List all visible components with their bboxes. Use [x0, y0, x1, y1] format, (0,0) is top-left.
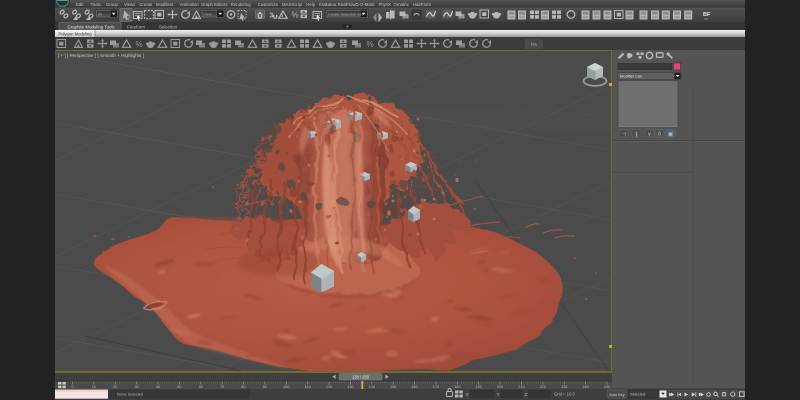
svg-text:200: 200 [497, 385, 503, 389]
svg-text:110: 110 [305, 385, 311, 389]
svg-text:Animation: Animation [180, 2, 200, 7]
svg-text:Y:: Y: [497, 392, 501, 397]
svg-text:Polygon Modeling: Polygon Modeling [58, 32, 92, 37]
svg-text:Group: Group [106, 2, 119, 7]
svg-text:3.6: 3.6 [704, 17, 708, 21]
svg-text:80: 80 [241, 385, 245, 389]
svg-text:ô: ô [658, 131, 661, 137]
svg-text:Q: Q [126, 15, 130, 21]
svg-text:Auto Key: Auto Key [609, 393, 625, 397]
svg-text:Z:: Z: [525, 392, 529, 397]
svg-text:MAXScript: MAXScript [282, 2, 303, 7]
svg-text:Modifier List: Modifier List [620, 74, 642, 79]
svg-text:HairFarm: HairFarm [413, 2, 431, 7]
svg-text:Freeform: Freeform [127, 24, 145, 29]
svg-text:100: 100 [283, 385, 289, 389]
svg-text:Customize: Customize [258, 2, 279, 7]
svg-text:Modifiers: Modifiers [156, 2, 173, 7]
svg-text:Edit: Edit [76, 2, 84, 7]
svg-text:180: 180 [454, 385, 460, 389]
svg-text:RealFlow: RealFlow [338, 2, 357, 7]
svg-text:130: 130 [347, 385, 353, 389]
svg-text:[ + ] [ Perspective ] [ Smooth: [ + ] [ Perspective ] [ Smooth + Highlig… [58, 53, 144, 58]
svg-text:10: 10 [92, 385, 96, 389]
svg-text:230: 230 [561, 385, 567, 389]
svg-text:240: 240 [582, 385, 588, 389]
svg-text:138 / 250: 138 / 250 [352, 375, 370, 380]
svg-text:Ornatrix: Ornatrix [394, 2, 410, 7]
svg-text:40: 40 [156, 385, 160, 389]
svg-text:Rendering: Rendering [231, 2, 251, 7]
svg-text:Graphite Modeling Tools: Graphite Modeling Tools [67, 24, 115, 29]
svg-text:Krakatoa: Krakatoa [319, 2, 337, 7]
svg-text:60: 60 [199, 385, 203, 389]
svg-text:PA: PA [531, 42, 537, 47]
svg-text:View: View [204, 12, 212, 16]
svg-text:D-O-Matic: D-O-Matic [356, 2, 376, 7]
svg-text:∨: ∨ [648, 131, 652, 137]
svg-text:Tools: Tools [91, 2, 101, 7]
svg-text:Create Selection Set: Create Selection Set [328, 12, 364, 16]
svg-text:Views: Views [124, 2, 135, 7]
svg-text:170: 170 [433, 385, 439, 389]
svg-text:20: 20 [113, 385, 117, 389]
svg-text:50: 50 [177, 385, 181, 389]
svg-text:190: 190 [476, 385, 482, 389]
svg-text:⊣: ⊣ [621, 131, 625, 137]
svg-text:30: 30 [135, 385, 139, 389]
svg-text:140: 140 [369, 385, 375, 389]
svg-text:150: 150 [390, 385, 396, 389]
svg-text:120: 120 [326, 385, 332, 389]
svg-text:160: 160 [411, 385, 417, 389]
svg-text:3: 3 [270, 13, 274, 20]
svg-text:%: % [367, 40, 374, 49]
svg-text:Create: Create [139, 2, 153, 7]
svg-text:90: 90 [263, 385, 267, 389]
svg-text:250: 250 [604, 385, 610, 389]
svg-text:Help: Help [306, 2, 315, 7]
svg-text:X:: X: [466, 392, 470, 397]
svg-text:Selected: Selected [630, 392, 645, 397]
svg-text:70: 70 [220, 385, 224, 389]
svg-text:0: 0 [71, 385, 73, 389]
svg-text:All: All [98, 12, 102, 16]
svg-text:%: % [292, 11, 299, 20]
svg-text:210: 210 [518, 385, 524, 389]
svg-text:%: % [136, 40, 143, 49]
svg-text:Selection: Selection [159, 24, 178, 29]
svg-text:Graph Editors: Graph Editors [201, 2, 228, 7]
svg-text:None Selected: None Selected [117, 392, 143, 397]
svg-text:PhysX: PhysX [379, 2, 392, 7]
svg-text:220: 220 [540, 385, 546, 389]
svg-text:∥: ∥ [635, 131, 638, 137]
svg-text:▣: ▣ [668, 131, 673, 137]
svg-text:Grid = 10.0: Grid = 10.0 [554, 392, 576, 397]
